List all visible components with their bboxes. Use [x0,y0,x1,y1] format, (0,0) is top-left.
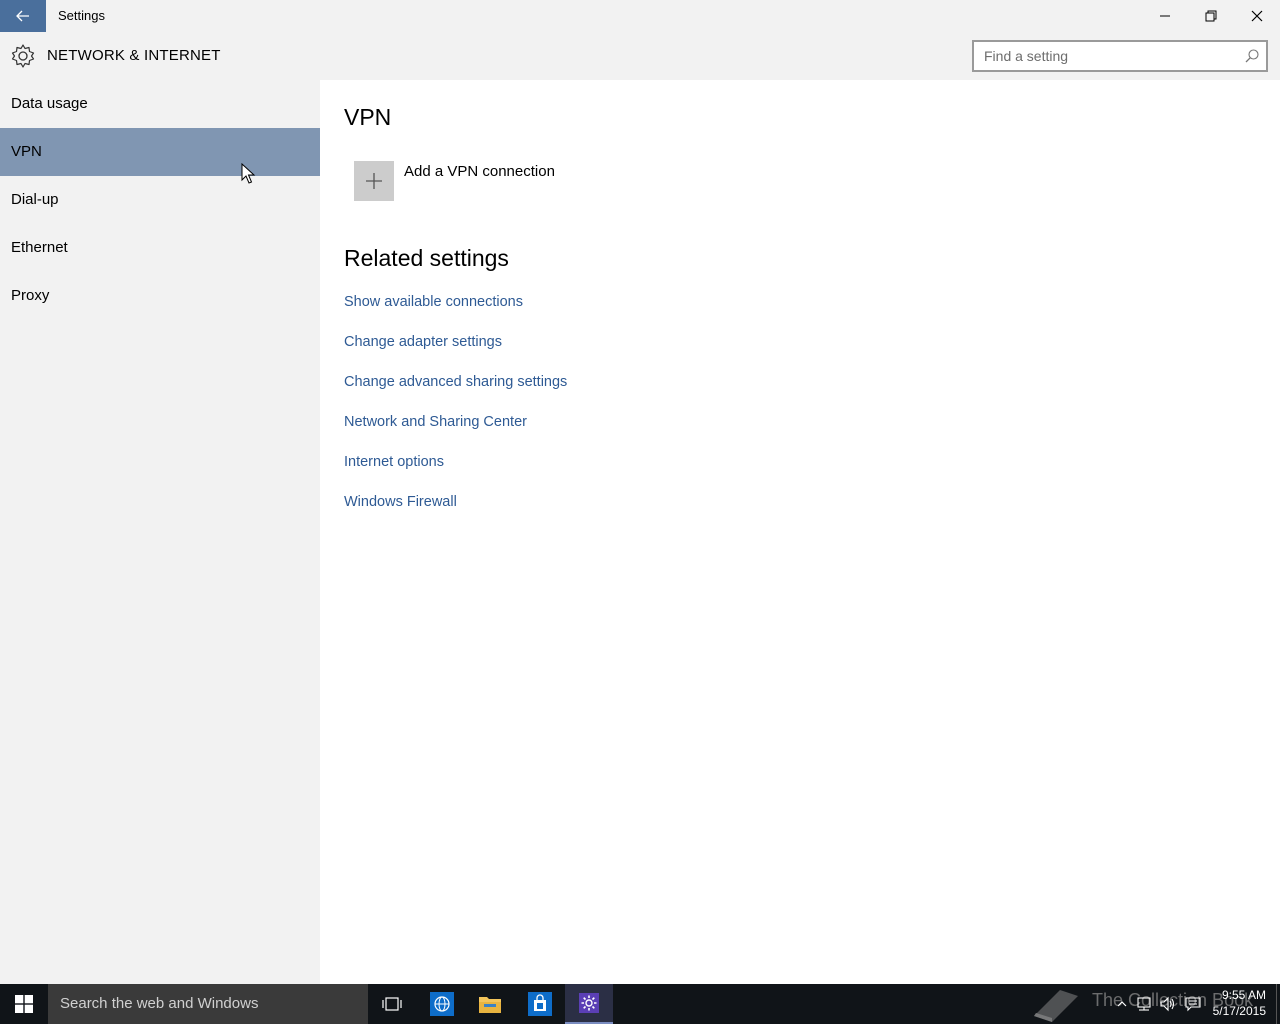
minimize-button[interactable] [1142,0,1188,32]
sidebar-item-vpn[interactable]: VPN [0,128,320,176]
task-view-icon [382,997,402,1011]
search-icon[interactable] [1244,48,1260,64]
minimize-icon [1160,15,1170,17]
sidebar-item-label: Data usage [11,95,88,112]
link-windows-firewall[interactable]: Windows Firewall [344,494,457,510]
close-icon [1251,10,1263,22]
taskbar-search-box[interactable]: Search the web and Windows [48,984,368,1024]
tray-action-center-button[interactable] [1183,994,1203,1014]
add-vpn-label[interactable]: Add a VPN connection [404,163,555,180]
sidebar-item-proxy[interactable]: Proxy [0,272,320,320]
tray-chevron-button[interactable] [1112,994,1132,1014]
tray-network-button[interactable] [1134,994,1154,1014]
show-desktop-button[interactable] [1276,984,1280,1024]
volume-icon [1160,996,1175,1012]
arrow-left-icon [16,10,29,22]
sidebar-item-label: VPN [11,143,42,160]
book-icon [1034,990,1078,1022]
window-title: Settings [58,8,105,23]
action-center-icon [1185,997,1201,1012]
taskbar-browser-button[interactable] [418,984,466,1024]
add-vpn-button[interactable] [354,161,394,201]
tray-volume-button[interactable] [1158,994,1178,1014]
mouse-cursor-icon [241,163,256,184]
settings-gear-icon [579,993,599,1013]
main-content: VPN Add a VPN connection Related setting… [320,80,1280,984]
link-change-advanced-sharing-settings[interactable]: Change advanced sharing settings [344,374,567,390]
page-section-title: NETWORK & INTERNET [47,47,221,64]
network-icon [1137,997,1151,1011]
gear-icon [11,44,35,68]
sidebar: Data usage VPN Dial-up Ethernet Proxy [0,80,320,984]
search-box[interactable] [972,40,1268,72]
header: NETWORK & INTERNET [0,32,1280,80]
sidebar-item-data-usage[interactable]: Data usage [0,80,320,128]
restore-icon [1205,10,1217,22]
clock-date: 5/17/2015 [1212,1004,1266,1018]
back-button[interactable] [0,0,46,32]
related-settings-title: Related settings [344,245,509,271]
task-view-button[interactable] [368,984,416,1024]
title-bar: Settings [0,0,1280,32]
sidebar-item-label: Ethernet [11,239,68,256]
search-input[interactable] [974,42,1234,70]
taskbar-clock[interactable]: 9:55 AM 5/17/2015 [1213,987,1266,1019]
browser-icon [430,992,454,1016]
sidebar-item-ethernet[interactable]: Ethernet [0,224,320,272]
folder-icon [479,997,501,1013]
clock-time: 9:55 AM [1221,988,1266,1002]
taskbar: Search the web and Windows The Collectio… [0,984,1280,1024]
link-show-available-connections[interactable]: Show available connections [344,294,523,310]
link-network-and-sharing-center[interactable]: Network and Sharing Center [344,414,527,430]
taskbar-store-button[interactable] [516,984,564,1024]
taskbar-settings-button[interactable] [565,984,613,1024]
link-internet-options[interactable]: Internet options [344,454,444,470]
start-button[interactable] [0,984,48,1024]
sidebar-item-label: Proxy [11,287,50,304]
sidebar-item-label: Dial-up [11,191,59,208]
plus-icon [366,173,382,189]
chevron-up-icon [1117,1001,1127,1007]
restore-button[interactable] [1188,0,1234,32]
link-change-adapter-settings[interactable]: Change adapter settings [344,334,502,350]
close-button[interactable] [1234,0,1280,32]
windows-logo-icon [15,995,33,1013]
store-icon [528,992,552,1016]
page-title: VPN [344,104,392,130]
taskbar-file-explorer-button[interactable] [466,984,514,1024]
sidebar-item-dial-up[interactable]: Dial-up [0,176,320,224]
